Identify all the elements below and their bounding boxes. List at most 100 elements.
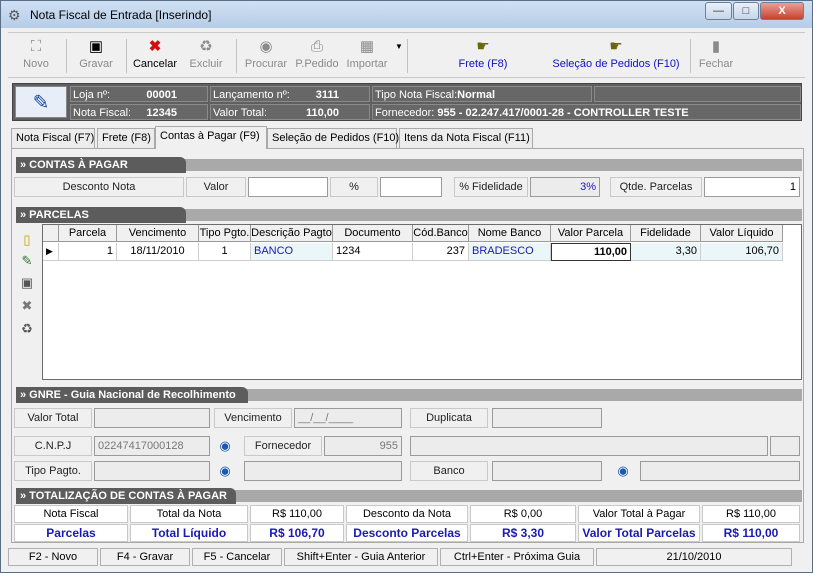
section-contas: » CONTAS À PAGAR (16, 157, 802, 173)
valor-total-field: Valor Total: 110,00 (210, 104, 370, 120)
gnre-fornecedor-label: Fornecedor (244, 436, 322, 456)
desconto-pct-input[interactable] (380, 177, 442, 197)
new-row-icon[interactable]: ▯ (18, 231, 36, 249)
window-title: Nota Fiscal de Entrada [Inserindo] (30, 7, 212, 22)
tab-itens-nota[interactable]: Itens da Nota Fiscal (F11) (399, 128, 533, 148)
grid-header[interactable]: Fidelidade (631, 225, 701, 242)
status-bar: F2 - Novo F4 - Gravar F5 - Cancelar Shif… (8, 546, 805, 568)
tot-vt-parcelas-value: R$ 110,00 (702, 524, 800, 542)
delete-row-icon[interactable]: ✖ (18, 297, 36, 315)
search-globe-icon[interactable]: ◉ (614, 462, 632, 480)
gnre-fornecedor-input[interactable]: 955 (324, 436, 402, 456)
cell-cod-banco[interactable]: 237 (413, 243, 469, 261)
tot-vt-pagar-label: Valor Total à Pagar (578, 505, 700, 523)
grid-header[interactable]: Valor Parcela (551, 225, 631, 242)
gnre-valor-total-input[interactable] (94, 408, 210, 428)
cell-nome-banco[interactable]: BRADESCO (469, 243, 551, 261)
cell-valor-liquido[interactable]: 106,70 (701, 243, 783, 261)
cell-tipo-pgto[interactable]: 1 (199, 243, 251, 261)
procurar-button[interactable]: ◉ Procurar (242, 37, 290, 77)
search-globe-icon[interactable]: ◉ (216, 462, 234, 480)
status-f5: F5 - Cancelar (192, 548, 282, 566)
tab-frete[interactable]: Frete (F8) (97, 128, 155, 148)
valor-label: Valor (186, 177, 246, 197)
fidelidade-value: 3% (530, 177, 600, 197)
grid-header[interactable]: Tipo Pgto. (199, 225, 251, 242)
gnre-banco-nome (640, 461, 800, 481)
grid-header[interactable]: Parcela (59, 225, 117, 242)
grid-header[interactable]: Vencimento (117, 225, 199, 242)
gnre-vencimento-label: Vencimento (214, 408, 292, 428)
grid-header[interactable]: Descrição Pagto (251, 225, 333, 242)
selecao-pedidos-button[interactable]: ☛ Seleção de Pedidos (F10) (548, 37, 684, 77)
tot-desconto-nota-value: R$ 0,00 (470, 505, 576, 523)
grid-indicator-header (43, 225, 59, 242)
cell-fidelidade[interactable]: 3,30 (631, 243, 701, 261)
separator (66, 39, 67, 73)
gnre-cnpj-input[interactable]: 02247417000128 (94, 436, 210, 456)
grid-header[interactable]: Valor Líquido (701, 225, 783, 242)
excluir-button[interactable]: ♻ Excluir (184, 37, 228, 77)
separator (236, 39, 237, 73)
close-button[interactable]: X (760, 2, 804, 20)
toolbar: ⛶ Novo ▣ Gravar ✖ Cancelar ♻ Excluir ◉ Procur… (8, 32, 805, 78)
nota-fiscal-field: Nota Fiscal: 12345 (70, 104, 208, 120)
tot-vt-pagar-value: R$ 110,00 (702, 505, 800, 523)
tab-contas-a-pagar[interactable]: Contas à Pagar (F9) (155, 126, 267, 149)
importar-dropdown[interactable]: ▼ (394, 37, 404, 77)
maximize-button[interactable]: □ (733, 2, 759, 20)
gnre-tipo-pgto-desc (244, 461, 402, 481)
trash-icon[interactable]: ♻ (18, 320, 36, 338)
frete-button[interactable]: ☛ Frete (F8) (448, 37, 518, 77)
importar-button[interactable]: ▦ Importar (342, 37, 392, 77)
gnre-cnpj-label: C.N.P.J (14, 436, 92, 456)
search-globe-icon: ◉ (259, 38, 273, 55)
novo-button[interactable]: ⛶ Novo (16, 37, 56, 77)
grid-header[interactable]: Documento (333, 225, 413, 242)
status-date: 21/10/2010 (596, 548, 792, 566)
edit-row-icon[interactable]: ✎ (18, 252, 36, 270)
ppedido-button[interactable]: ⎙ P.Pedido (292, 37, 342, 77)
info-blank (594, 86, 801, 102)
gravar-button[interactable]: ▣ Gravar (74, 37, 118, 77)
tab-selecao-pedidos[interactable]: Seleção de Pedidos (F10) (267, 128, 399, 148)
cell-valor-parcela[interactable]: 110,00 (551, 243, 631, 261)
new-icon: ⛶ (30, 38, 42, 55)
cell-vencimento[interactable]: 18/11/2010 (117, 243, 199, 261)
desconto-nota-label: Desconto Nota (14, 177, 184, 197)
cancelar-button[interactable]: ✖ Cancelar (132, 37, 178, 77)
gnre-tipo-pgto-input[interactable] (94, 461, 210, 481)
gnre-banco-input[interactable] (492, 461, 602, 481)
fornecedor-field: Fornecedor: 955 - 02.247.417/0001-28 - C… (372, 104, 801, 120)
cell-descricao[interactable]: BANCO (251, 243, 333, 261)
qtde-parcelas-label: Qtde. Parcelas (610, 177, 702, 197)
status-shift-enter: Shift+Enter - Guia Anterior (284, 548, 438, 566)
status-ctrl-enter: Ctrl+Enter - Próxima Guia (440, 548, 594, 566)
gnre-tipo-pgto-label: Tipo Pagto. (14, 461, 92, 481)
tot-total-nota-label: Total da Nota (130, 505, 248, 523)
fechar-button[interactable]: ▮ Fechar (696, 37, 736, 77)
save-row-icon[interactable]: ▣ (18, 274, 36, 292)
minimize-button[interactable]: — (705, 2, 732, 20)
grid-header[interactable]: Cód.Banco (413, 225, 469, 242)
tab-nota-fiscal[interactable]: Nota Fiscal (F7) (11, 128, 95, 148)
desconto-valor-input[interactable] (248, 177, 328, 197)
fidelidade-label: % Fidelidade (454, 177, 528, 197)
gnre-fornecedor-extra (770, 436, 800, 456)
gnre-duplicata-input[interactable] (492, 408, 602, 428)
cell-parcela[interactable]: 1 (59, 243, 117, 261)
grid-header[interactable]: Nome Banco (469, 225, 551, 242)
gnre-fornecedor-nome (410, 436, 768, 456)
row-indicator-icon: ▶ (43, 243, 59, 261)
tot-total-nota-value: R$ 110,00 (250, 505, 344, 523)
gnre-vencimento-input[interactable]: __/__/____ (294, 408, 402, 428)
printer-icon: ⎙ (310, 38, 323, 55)
hand-pointer-icon: ☛ (609, 38, 623, 55)
cell-documento[interactable]: 1234 (333, 243, 413, 261)
qtde-parcelas-input[interactable]: 1 (704, 177, 800, 197)
invoice-logo-icon: ✎ (15, 86, 67, 118)
tot-desconto-nota-label: Desconto da Nota (346, 505, 468, 523)
gnre-valor-total-label: Valor Total (14, 408, 92, 428)
search-globe-icon[interactable]: ◉ (216, 437, 234, 455)
parcelas-grid[interactable]: Parcela Vencimento Tipo Pgto. Descrição … (42, 224, 802, 380)
